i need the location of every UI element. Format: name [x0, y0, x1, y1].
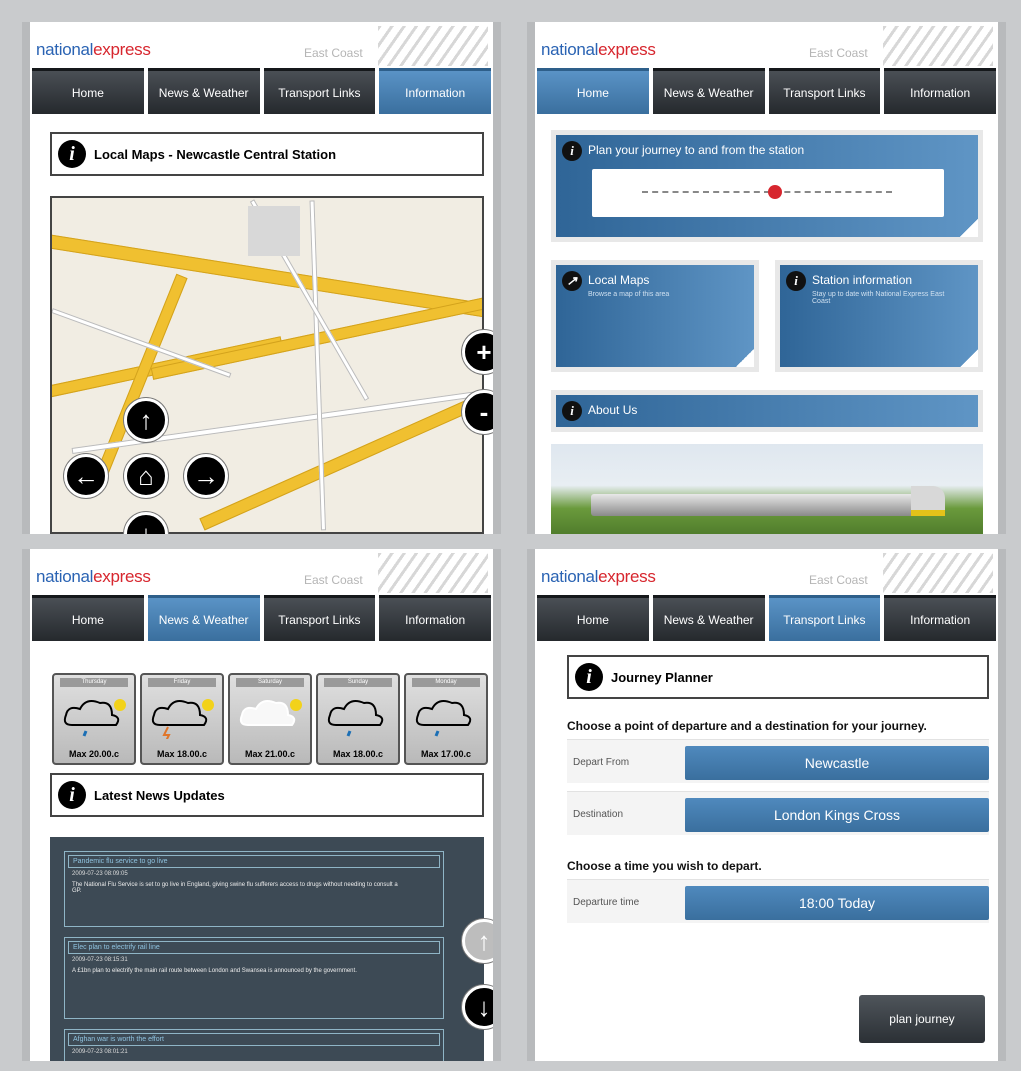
destination-select[interactable]: London Kings Cross	[685, 798, 989, 832]
about-us-label: About Us	[588, 403, 638, 417]
arrow-right-icon[interactable]: →	[184, 454, 228, 498]
local-maps-card[interactable]: ↗ Local Maps Browse a map of this area	[551, 260, 759, 372]
news-item[interactable]: Afghan war is worth the effort 2009-07-2…	[64, 1029, 444, 1061]
nav-bar: Home News & Weather Transport Links Info…	[535, 595, 998, 641]
departure-prompt: Choose a point of departure and a destin…	[567, 719, 927, 733]
region-label: East Coast	[304, 46, 363, 60]
home-icon[interactable]: ⌂	[124, 454, 168, 498]
tab-information[interactable]: Information	[884, 595, 996, 641]
station-info-title: Station information	[812, 273, 913, 287]
weather-card: Saturday Max 21.00.c	[228, 673, 312, 765]
tab-news-weather[interactable]: News & Weather	[147, 595, 260, 641]
header: nationalexpress East Coast	[535, 549, 998, 595]
destination-label: Destination	[573, 809, 624, 820]
plan-journey-text: Plan your journey to and from the statio…	[588, 143, 805, 157]
info-icon: i	[575, 663, 603, 691]
screen-maps: nationalexpress East Coast Home News & W…	[22, 22, 501, 534]
tab-home[interactable]: Home	[32, 68, 144, 114]
screen-news: nationalexpress East Coast Home News & W…	[22, 549, 501, 1061]
screen-journey-planner: nationalexpress East Coast Home News & W…	[527, 549, 1006, 1061]
news-list: Pandemic flu service to go live 2009-07-…	[50, 837, 484, 1061]
journey-graphic	[592, 169, 944, 217]
cloud-sun-icon	[63, 699, 126, 737]
building	[248, 206, 300, 256]
cloud-sun-icon	[239, 699, 302, 726]
news-item[interactable]: Pandemic flu service to go live 2009-07-…	[64, 851, 444, 927]
page-title: i Local Maps - Newcastle Central Station	[50, 132, 484, 176]
time-prompt: Choose a time you wish to depart.	[567, 859, 762, 873]
region-label: East Coast	[809, 46, 868, 60]
time-label: Departure time	[573, 897, 640, 908]
tab-information[interactable]: Information	[379, 68, 491, 114]
scroll-down-icon[interactable]: ↓	[462, 985, 493, 1029]
stripes-decoration	[378, 553, 488, 593]
map-view[interactable]	[50, 196, 484, 534]
weather-card: Sunday Max 18.00.c	[316, 673, 400, 765]
cloud-rain-icon	[327, 700, 384, 737]
station-info-card[interactable]: i Station information Stay up to date wi…	[775, 260, 983, 372]
destination-row: Destination London Kings Cross	[567, 791, 989, 835]
news-item[interactable]: Elec plan to electrify rail line 2009-07…	[64, 937, 444, 1019]
logo: nationalexpress	[541, 567, 656, 586]
arrow-up-icon[interactable]: ↑	[124, 398, 168, 442]
info-icon: i	[562, 401, 582, 421]
logo: nationalexpress	[36, 567, 151, 586]
about-us-bar[interactable]: i About Us	[551, 390, 983, 432]
depart-label: Depart From	[573, 757, 630, 768]
info-icon: i	[786, 271, 806, 291]
tab-transport-links[interactable]: Transport Links	[263, 68, 376, 114]
local-maps-subtitle: Browse a map of this area	[588, 291, 670, 298]
info-icon: i	[58, 781, 86, 809]
stripes-decoration	[883, 26, 993, 66]
tab-home[interactable]: Home	[32, 595, 144, 641]
zoom-out-button[interactable]: -	[462, 390, 493, 434]
time-select[interactable]: 18:00 Today	[685, 886, 989, 920]
tab-news-weather[interactable]: News & Weather	[652, 68, 765, 114]
nav-bar: Home News & Weather Transport Links Info…	[30, 595, 493, 641]
tab-transport-links[interactable]: Transport Links	[768, 595, 881, 641]
cloud-rain-icon	[415, 700, 472, 737]
journey-title: i Journey Planner	[567, 655, 989, 699]
arrow-icon: ↗	[562, 271, 582, 291]
scroll-up-icon[interactable]: ↑	[462, 919, 493, 963]
train-photo	[551, 444, 983, 534]
news-title: i Latest News Updates	[50, 773, 484, 817]
nav-bar: Home News & Weather Transport Links Info…	[30, 68, 493, 114]
plan-journey-card[interactable]: i Plan your journey to and from the stat…	[551, 130, 983, 242]
arrow-left-icon[interactable]: ←	[64, 454, 108, 498]
header: nationalexpress East Coast	[30, 549, 493, 595]
stripes-decoration	[378, 26, 488, 66]
tab-home[interactable]: Home	[537, 595, 649, 641]
region-label: East Coast	[809, 573, 868, 587]
local-maps-title: Local Maps	[588, 273, 650, 287]
tab-news-weather[interactable]: News & Weather	[652, 595, 765, 641]
depart-row: Depart From Newcastle	[567, 739, 989, 783]
logo: nationalexpress	[541, 40, 656, 59]
screen-home: nationalexpress East Coast Home News & W…	[527, 22, 1006, 534]
nav-bar: Home News & Weather Transport Links Info…	[535, 68, 998, 114]
info-icon: i	[58, 140, 86, 168]
logo: nationalexpress	[36, 40, 151, 59]
region-label: East Coast	[304, 573, 363, 587]
tab-news-weather[interactable]: News & Weather	[147, 68, 260, 114]
info-icon: i	[562, 141, 582, 161]
depart-select[interactable]: Newcastle	[685, 746, 989, 780]
tab-information[interactable]: Information	[884, 68, 996, 114]
plan-journey-button[interactable]: plan journey	[859, 995, 985, 1043]
tab-home[interactable]: Home	[537, 68, 649, 114]
tab-transport-links[interactable]: Transport Links	[263, 595, 376, 641]
station-info-subtitle: Stay up to date with National Express Ea…	[812, 291, 945, 305]
tab-information[interactable]: Information	[379, 595, 491, 641]
cloud-storm-icon	[151, 699, 214, 739]
weather-card: Monday Max 17.00.c	[404, 673, 488, 765]
header: nationalexpress East Coast	[535, 22, 998, 68]
weather-card: Thursday Max 20.00.c	[52, 673, 136, 765]
stripes-decoration	[883, 553, 993, 593]
header: nationalexpress East Coast	[30, 22, 493, 68]
zoom-in-button[interactable]: +	[462, 330, 493, 374]
tab-transport-links[interactable]: Transport Links	[768, 68, 881, 114]
weather-card: Friday Max 18.00.c	[140, 673, 224, 765]
time-row: Departure time 18:00 Today	[567, 879, 989, 923]
